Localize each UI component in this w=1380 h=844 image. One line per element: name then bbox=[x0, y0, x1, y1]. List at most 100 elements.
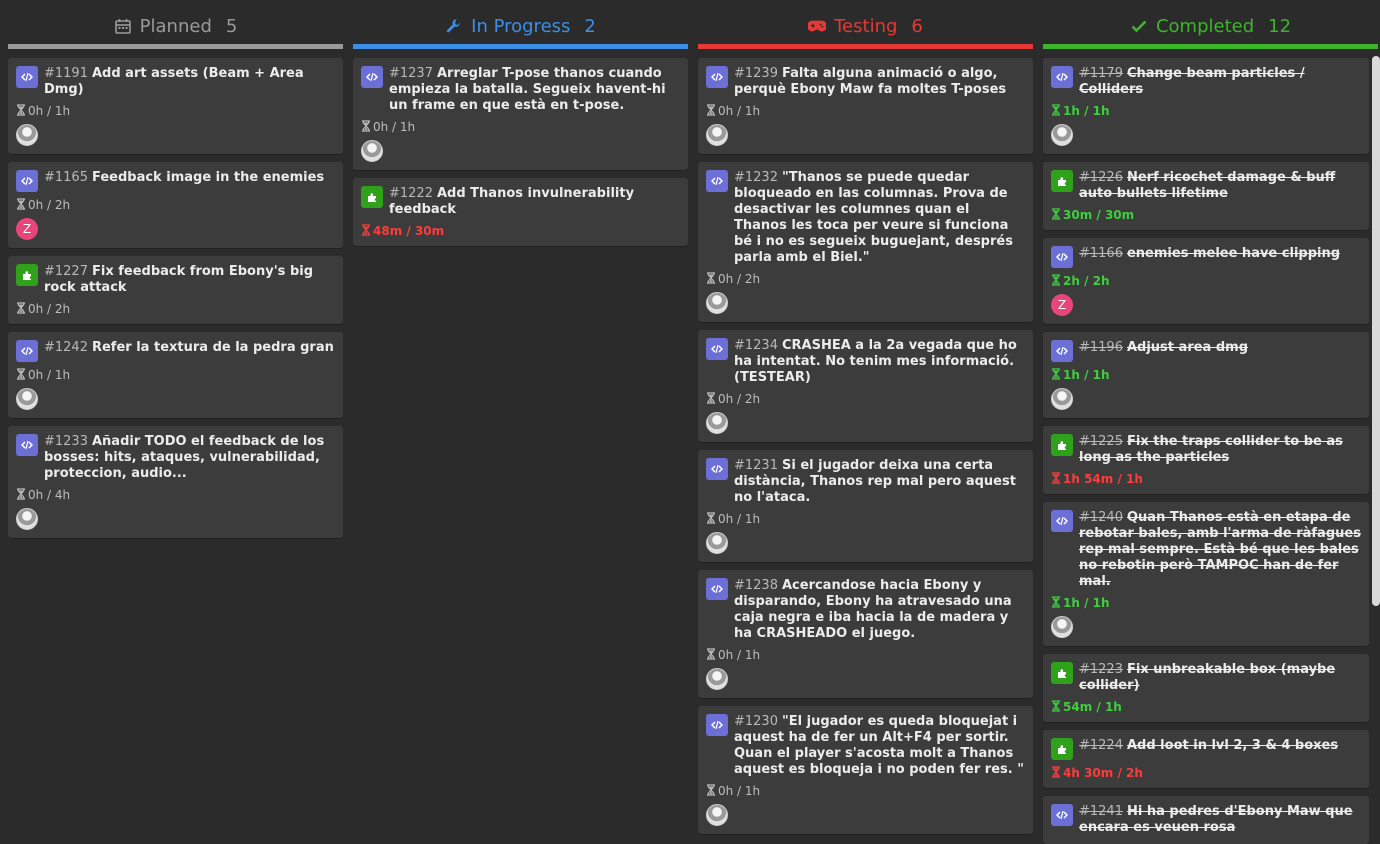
card-id[interactable]: #1234 bbox=[734, 338, 778, 353]
card-id[interactable]: #1166 bbox=[1079, 246, 1123, 261]
card-id[interactable]: #1242 bbox=[44, 340, 88, 355]
task-card[interactable]: #1196 Adjust area dmg 1h / 1h bbox=[1043, 332, 1369, 418]
card-id[interactable]: #1196 bbox=[1079, 340, 1123, 355]
avatar[interactable] bbox=[16, 124, 38, 146]
time-value: 1h / 1h bbox=[1063, 596, 1110, 610]
task-card[interactable]: #1234 CRASHEA a la 2a vegada que ho ha in… bbox=[698, 330, 1033, 442]
task-card[interactable]: #1239 Falta alguna animació o algo, perqu… bbox=[698, 58, 1033, 154]
column-testing: Testing 6 #1239 Falta alguna animació o a… bbox=[698, 0, 1033, 834]
avatar[interactable] bbox=[16, 508, 38, 530]
task-card[interactable]: #1166 enemies melee have clipping 2h / 2h Z bbox=[1043, 238, 1369, 324]
card-title[interactable]: #1240 Quan Thanos està en etapa de rebota… bbox=[1079, 510, 1361, 590]
avatar[interactable] bbox=[1051, 616, 1073, 638]
avatar[interactable] bbox=[706, 532, 728, 554]
task-card[interactable]: #1232 "Thanos se puede quedar bloqueado e… bbox=[698, 162, 1033, 322]
hourglass-icon bbox=[16, 301, 26, 317]
card-title[interactable]: #1232 "Thanos se puede quedar bloqueado e… bbox=[734, 170, 1025, 266]
avatar[interactable] bbox=[706, 804, 728, 826]
column-header[interactable]: Testing 6 bbox=[698, 0, 1033, 44]
task-card[interactable]: #1233 Añadir TODO el feedback de los boss… bbox=[8, 426, 343, 538]
card-title[interactable]: #1234 CRASHEA a la 2a vegada que ho ha in… bbox=[734, 338, 1025, 386]
task-card[interactable]: #1222 Add Thanos invulnerability feedback… bbox=[353, 178, 688, 246]
card-id[interactable]: #1239 bbox=[734, 66, 778, 81]
card-id[interactable]: #1227 bbox=[44, 264, 88, 279]
card-id[interactable]: #1222 bbox=[389, 186, 433, 201]
card-id[interactable]: #1225 bbox=[1079, 434, 1123, 449]
task-card[interactable]: #1226 Nerf ricochet damage & buff auto bu… bbox=[1043, 162, 1369, 230]
card-id[interactable]: #1232 bbox=[734, 170, 778, 185]
card-id[interactable]: #1191 bbox=[44, 66, 88, 81]
card-title[interactable]: #1241 Hi ha pedres d'Ebony Maw que encara… bbox=[1079, 804, 1361, 836]
avatar[interactable]: Z bbox=[16, 218, 38, 240]
card-id[interactable]: #1230 bbox=[734, 714, 778, 729]
avatar[interactable] bbox=[16, 388, 38, 410]
card-id[interactable]: #1179 bbox=[1079, 66, 1123, 81]
card-title[interactable]: #1166 enemies melee have clipping bbox=[1079, 246, 1340, 262]
card-id[interactable]: #1165 bbox=[44, 170, 88, 185]
avatar[interactable] bbox=[706, 292, 728, 314]
card-title[interactable]: #1191 Add art assets (Beam + Area Dmg) bbox=[44, 66, 335, 98]
task-card[interactable]: #1165 Feedback image in the enemies 0h / 2… bbox=[8, 162, 343, 248]
avatar[interactable] bbox=[1051, 124, 1073, 146]
card-title[interactable]: #1226 Nerf ricochet damage & buff auto bu… bbox=[1079, 170, 1361, 202]
task-card[interactable]: #1238 Acercandose hacia Ebony y disparand… bbox=[698, 570, 1033, 698]
card-title[interactable]: #1224 Add loot in lvl 2, 3 & 4 boxes bbox=[1079, 738, 1338, 754]
time-value: 0h / 1h bbox=[718, 784, 761, 798]
card-title[interactable]: #1231 Si el jugador deixa una certa distà… bbox=[734, 458, 1025, 506]
card-id[interactable]: #1240 bbox=[1079, 510, 1123, 525]
card-id[interactable]: #1238 bbox=[734, 578, 778, 593]
avatar[interactable] bbox=[361, 140, 383, 162]
time-value: 4h 30m / 2h bbox=[1063, 766, 1143, 780]
time-estimate: 54m / 1h bbox=[1051, 699, 1361, 714]
task-card[interactable]: #1224 Add loot in lvl 2, 3 & 4 boxes 4h 30… bbox=[1043, 730, 1369, 788]
scrollbar[interactable] bbox=[1372, 56, 1380, 606]
card-id[interactable]: #1223 bbox=[1079, 662, 1123, 677]
time-estimate: 0h / 1h bbox=[361, 119, 680, 134]
card-title[interactable]: #1238 Acercandose hacia Ebony y disparand… bbox=[734, 578, 1025, 642]
card-title[interactable]: #1179 Change beam particles / Colliders bbox=[1079, 66, 1361, 98]
card-title[interactable]: #1233 Añadir TODO el feedback de los boss… bbox=[44, 434, 335, 482]
task-card[interactable]: #1231 Si el jugador deixa una certa distà… bbox=[698, 450, 1033, 562]
task-card[interactable]: #1227 Fix feedback from Ebony's big rock … bbox=[8, 256, 343, 324]
time-value: 1h 54m / 1h bbox=[1063, 472, 1143, 486]
card-title[interactable]: #1230 "El jugador es queda bloquejat i aq… bbox=[734, 714, 1025, 778]
task-card[interactable]: #1225 Fix the traps collider to be as lon… bbox=[1043, 426, 1369, 494]
avatar[interactable] bbox=[706, 668, 728, 690]
card-title[interactable]: #1223 Fix unbreakable box (maybe collider… bbox=[1079, 662, 1361, 694]
card-id[interactable]: #1237 bbox=[389, 66, 433, 81]
task-card[interactable]: #1241 Hi ha pedres d'Ebony Maw que encara… bbox=[1043, 796, 1369, 844]
avatar[interactable] bbox=[1051, 388, 1073, 410]
time-value: 0h / 2h bbox=[718, 272, 761, 286]
task-card[interactable]: #1242 Refer la textura de la pedra gran 0h… bbox=[8, 332, 343, 418]
card-title[interactable]: #1196 Adjust area dmg bbox=[1079, 340, 1248, 356]
avatar[interactable] bbox=[706, 124, 728, 146]
avatar[interactable] bbox=[706, 412, 728, 434]
card-title[interactable]: #1227 Fix feedback from Ebony's big rock … bbox=[44, 264, 335, 296]
task-card[interactable]: #1230 "El jugador es queda bloquejat i aq… bbox=[698, 706, 1033, 834]
avatar[interactable]: Z bbox=[1051, 294, 1073, 316]
task-card[interactable]: #1223 Fix unbreakable box (maybe collider… bbox=[1043, 654, 1369, 722]
card-id[interactable]: #1224 bbox=[1079, 738, 1123, 753]
task-card[interactable]: #1191 Add art assets (Beam + Area Dmg) 0h … bbox=[8, 58, 343, 154]
card-title[interactable]: #1242 Refer la textura de la pedra gran bbox=[44, 340, 334, 356]
card-title[interactable]: #1222 Add Thanos invulnerability feedback bbox=[389, 186, 680, 218]
column-header[interactable]: Completed 12 bbox=[1043, 0, 1378, 44]
time-value: 1h / 1h bbox=[1063, 368, 1110, 382]
code-icon bbox=[706, 714, 728, 736]
card-id[interactable]: #1241 bbox=[1079, 804, 1123, 819]
card-title[interactable]: #1237 Arreglar T-pose thanos cuando empie… bbox=[389, 66, 680, 114]
card-header: #1232 "Thanos se puede quedar bloqueado e… bbox=[706, 170, 1025, 266]
task-card[interactable]: #1179 Change beam particles / Colliders 1h… bbox=[1043, 58, 1369, 154]
card-id[interactable]: #1231 bbox=[734, 458, 778, 473]
column-header[interactable]: In Progress 2 bbox=[353, 0, 688, 44]
card-title-text: Refer la textura de la pedra gran bbox=[91, 340, 334, 355]
card-title[interactable]: #1225 Fix the traps collider to be as lon… bbox=[1079, 434, 1361, 466]
card-title[interactable]: #1239 Falta alguna animació o algo, perqu… bbox=[734, 66, 1025, 98]
card-id[interactable]: #1233 bbox=[44, 434, 88, 449]
card-header: #1226 Nerf ricochet damage & buff auto bu… bbox=[1051, 170, 1361, 202]
card-id[interactable]: #1226 bbox=[1079, 170, 1123, 185]
task-card[interactable]: #1240 Quan Thanos està en etapa de rebota… bbox=[1043, 502, 1369, 646]
task-card[interactable]: #1237 Arreglar T-pose thanos cuando empie… bbox=[353, 58, 688, 170]
card-title[interactable]: #1165 Feedback image in the enemies bbox=[44, 170, 324, 186]
column-header[interactable]: Planned 5 bbox=[8, 0, 343, 44]
